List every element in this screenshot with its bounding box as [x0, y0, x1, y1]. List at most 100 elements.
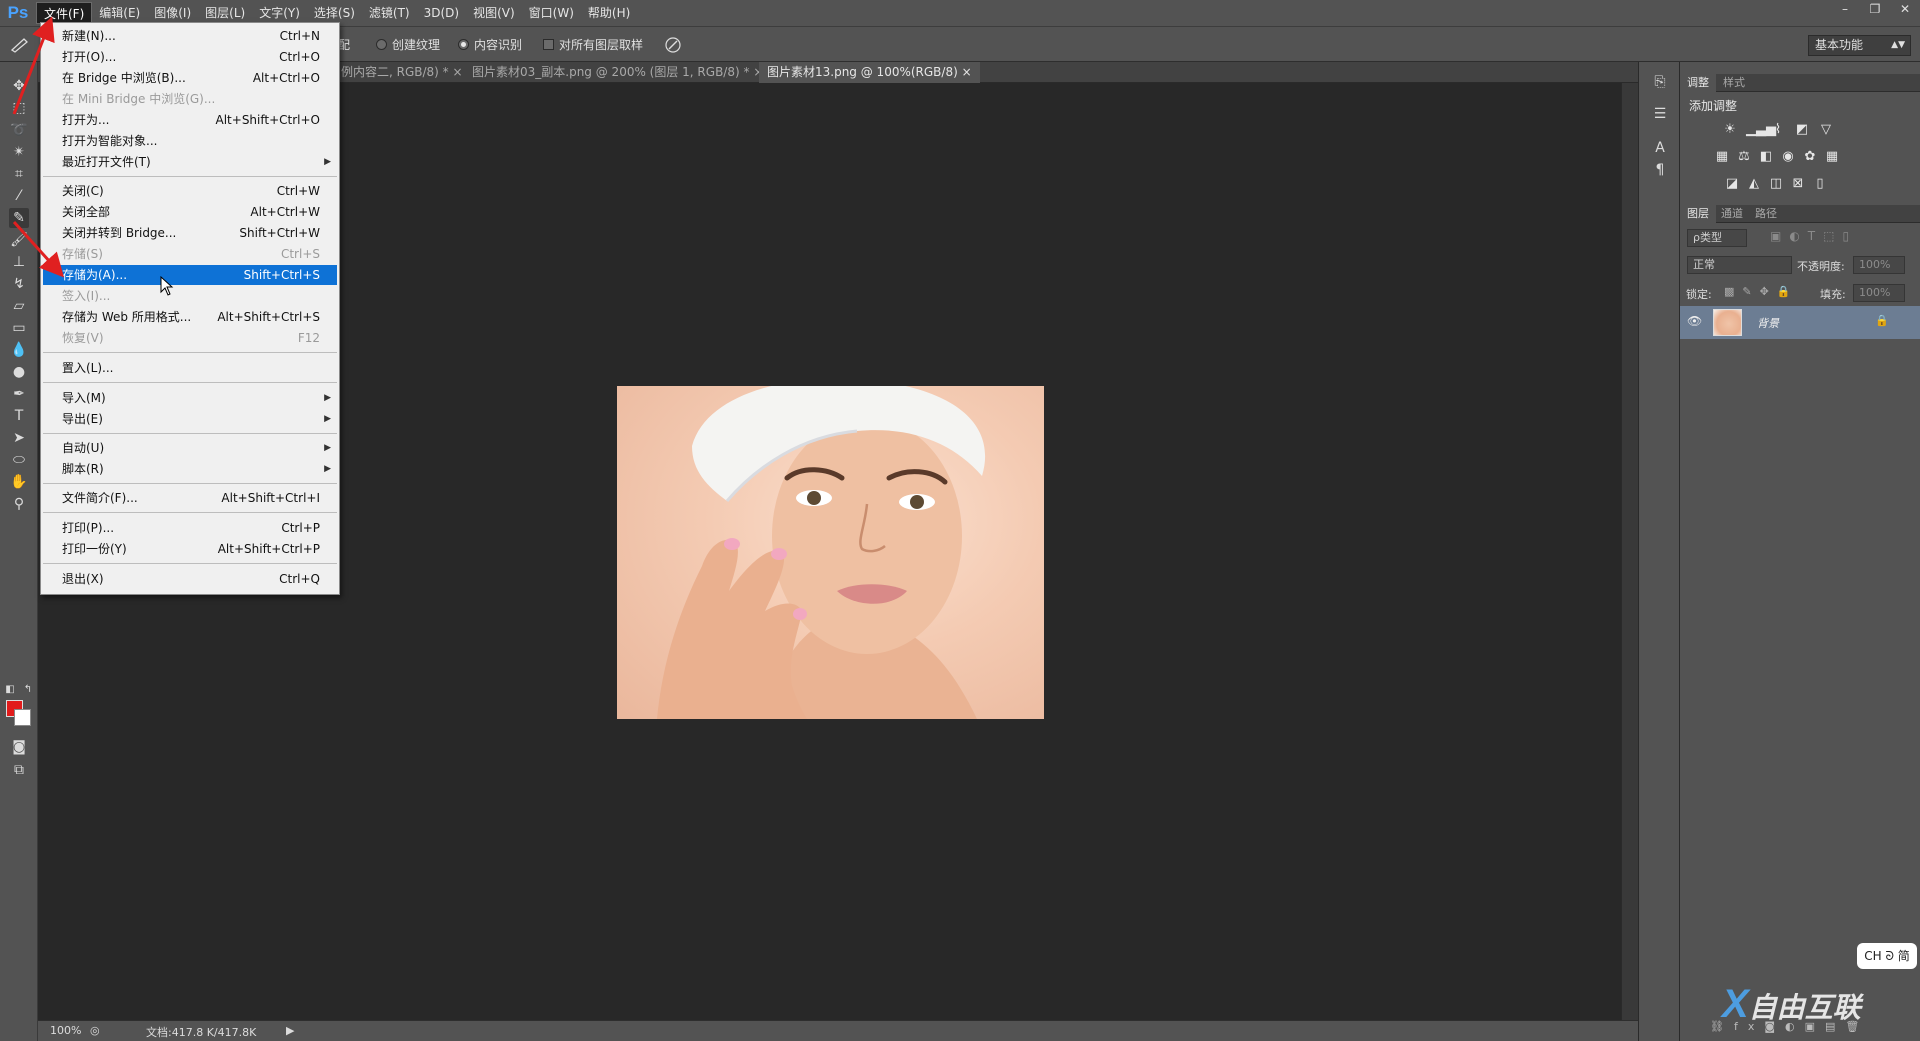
crop-tool-icon[interactable]: ⌗	[9, 164, 29, 184]
menu-item-save-as[interactable]: 存储为(A)... Shift+Ctrl+S	[43, 265, 337, 285]
curves-icon[interactable]: ⌇	[1770, 122, 1786, 138]
selective-color-icon[interactable]: ⊠	[1790, 176, 1806, 192]
layer-row-background[interactable]: 👁 背景 🔒	[1680, 306, 1920, 339]
menu-item-close[interactable]: 关闭(C) Ctrl+W	[43, 181, 337, 201]
screen-mode-icon[interactable]: ⧉	[9, 760, 29, 780]
doc-tab-3[interactable]: 图片素材13.png @ 100%(RGB/8) ×	[759, 62, 980, 83]
exposure-icon[interactable]: ◩	[1794, 122, 1810, 138]
tab-adjustments[interactable]: 调整	[1680, 74, 1716, 92]
brush-tool-icon[interactable]: 🖌	[9, 230, 29, 250]
lasso-tool-icon[interactable]: ➰	[9, 120, 29, 140]
document-image[interactable]	[617, 386, 1044, 719]
status-info-icon[interactable]: ◎	[90, 1024, 100, 1037]
dodge-tool-icon[interactable]: ●	[9, 362, 29, 382]
menu-item-exit[interactable]: 退出(X) Ctrl+Q	[43, 569, 337, 589]
tab-channels[interactable]: 通道	[1714, 205, 1750, 223]
levels-icon[interactable]: ▁▃▅	[1746, 122, 1776, 138]
black-white-icon[interactable]: ◧	[1758, 149, 1774, 165]
menu-item-print[interactable]: 打印(P)... Ctrl+P	[43, 518, 337, 538]
paragraph-panel-icon[interactable]: ¶	[1650, 160, 1670, 180]
color-lookup-icon[interactable]: ▦	[1824, 149, 1840, 165]
menu-3d[interactable]: 3D(D)	[417, 2, 466, 24]
menu-item-browse-bridge[interactable]: 在 Bridge 中浏览(B)... Alt+Ctrl+O	[43, 68, 337, 88]
vibrance-icon[interactable]: ▽	[1818, 122, 1834, 138]
minimize-button[interactable]: –	[1830, 0, 1860, 20]
menu-filter[interactable]: 滤镜(T)	[362, 2, 417, 24]
menu-item-scripts[interactable]: 脚本(R) ▶	[43, 459, 337, 479]
menu-select[interactable]: 选择(S)	[307, 2, 362, 24]
pressure-button[interactable]	[664, 36, 682, 54]
opacity-field[interactable]: 100%	[1853, 256, 1905, 274]
gradient-tool-icon[interactable]: ▭	[9, 318, 29, 338]
healing-brush-tool-icon[interactable]: ✎	[9, 208, 29, 228]
layer-filter-icons[interactable]: ▣◐T⬚▯	[1770, 229, 1857, 243]
properties-panel-icon[interactable]: ☰	[1650, 104, 1670, 124]
menu-layer[interactable]: 图层(L)	[198, 2, 252, 24]
type-tool-icon[interactable]: T	[9, 406, 29, 426]
tab-paths[interactable]: 路径	[1748, 205, 1784, 223]
ime-indicator[interactable]: CH ᘐ 简	[1857, 943, 1917, 969]
tab-styles[interactable]: 样式	[1716, 74, 1752, 92]
menu-item-close-all[interactable]: 关闭全部 Alt+Ctrl+W	[43, 202, 337, 222]
invert-icon[interactable]: ◪	[1724, 176, 1740, 192]
menu-item-print-one-copy[interactable]: 打印一份(Y) Alt+Shift+Ctrl+P	[43, 539, 337, 559]
clone-stamp-tool-icon[interactable]: ⊥	[9, 252, 29, 272]
menu-view[interactable]: 视图(V)	[466, 2, 522, 24]
blend-mode-select[interactable]: 正常	[1687, 256, 1792, 274]
menu-item-open-as[interactable]: 打开为... Alt+Shift+Ctrl+O	[43, 110, 337, 130]
pen-tool-icon[interactable]: ✒	[9, 384, 29, 404]
workspace-select[interactable]: 基本功能 ▲▼	[1808, 35, 1911, 56]
history-brush-tool-icon[interactable]: ↯	[9, 274, 29, 294]
menu-window[interactable]: 窗口(W)	[522, 2, 581, 24]
layer-name[interactable]: 背景	[1757, 315, 1779, 331]
menu-file[interactable]: 文件(F)	[36, 2, 93, 24]
menu-item-new[interactable]: 新建(N)... Ctrl+N	[43, 26, 337, 46]
posterize-icon[interactable]: ◭	[1746, 176, 1762, 192]
content-aware-option[interactable]: 内容识别	[458, 36, 522, 53]
eye-visibility-icon[interactable]: 👁	[1687, 314, 1702, 328]
create-texture-option[interactable]: 创建纹理	[376, 36, 440, 53]
quick-mask-icon[interactable]: ◙	[9, 737, 29, 757]
doc-tab-2[interactable]: 图片素材03_副本.png @ 200% (图层 1, RGB/8) * ×	[464, 62, 771, 83]
doc-tab-1[interactable]: 例内容二, RGB/8) * ×	[333, 62, 471, 83]
sample-all-layers-option[interactable]: 对所有图层取样	[543, 36, 643, 53]
restore-button[interactable]: ❐	[1860, 0, 1890, 20]
channel-mixer-icon[interactable]: ✿	[1802, 149, 1818, 165]
menu-help[interactable]: 帮助(H)	[581, 2, 637, 24]
eyedropper-tool-icon[interactable]: ⁄	[9, 186, 29, 206]
photo-filter-icon[interactable]: ◉	[1780, 149, 1796, 165]
character-panel-icon[interactable]: A	[1650, 138, 1670, 158]
menu-item-open[interactable]: 打开(O)... Ctrl+O	[43, 47, 337, 67]
create-texture-radio[interactable]	[376, 39, 387, 50]
zoom-level[interactable]: 100%	[50, 1024, 81, 1037]
vertical-scrollbar[interactable]	[1621, 83, 1638, 1020]
lock-icons[interactable]: ▩✎✥🔒	[1724, 285, 1799, 298]
tab-layers[interactable]: 图层	[1680, 205, 1716, 223]
tool-preset-picker[interactable]	[8, 36, 32, 54]
close-window-button[interactable]: ✕	[1890, 0, 1920, 20]
fill-field[interactable]: 100%	[1853, 284, 1905, 302]
color-balance-icon[interactable]: ⚖	[1736, 149, 1752, 165]
sample-all-layers-checkbox[interactable]	[543, 39, 554, 50]
blur-tool-icon[interactable]: 💧	[9, 340, 29, 360]
ellipse-tool-icon[interactable]: ⬭	[9, 450, 29, 470]
close-tab-icon[interactable]: ×	[962, 65, 972, 79]
menu-item-recent-files[interactable]: 最近打开文件(T) ▶	[43, 152, 337, 172]
menu-item-close-go-bridge[interactable]: 关闭并转到 Bridge... Shift+Ctrl+W	[43, 223, 337, 243]
menu-item-open-smart-object[interactable]: 打开为智能对象...	[43, 131, 337, 151]
menu-item-export[interactable]: 导出(E) ▶	[43, 409, 337, 429]
path-selection-tool-icon[interactable]: ➤	[9, 428, 29, 448]
background-color-swatch[interactable]	[14, 709, 31, 726]
menu-item-import[interactable]: 导入(M) ▶	[43, 388, 337, 408]
history-panel-icon[interactable]: ⎘	[1650, 72, 1670, 92]
marquee-tool-icon[interactable]: ⬚	[9, 98, 29, 118]
threshold-icon[interactable]: ◫	[1768, 176, 1784, 192]
menu-item-place[interactable]: 置入(L)...	[43, 358, 337, 378]
default-colors-icon[interactable]: ◧	[4, 680, 16, 700]
zoom-tool-icon[interactable]: ⚲	[9, 494, 29, 514]
menu-edit[interactable]: 编辑(E)	[92, 2, 147, 24]
menu-type[interactable]: 文字(Y)	[252, 2, 307, 24]
status-menu-arrow-icon[interactable]: ▶	[286, 1024, 294, 1037]
menu-item-save-for-web[interactable]: 存储为 Web 所用格式... Alt+Shift+Ctrl+S	[43, 307, 337, 327]
hand-tool-icon[interactable]: ✋	[9, 472, 29, 492]
